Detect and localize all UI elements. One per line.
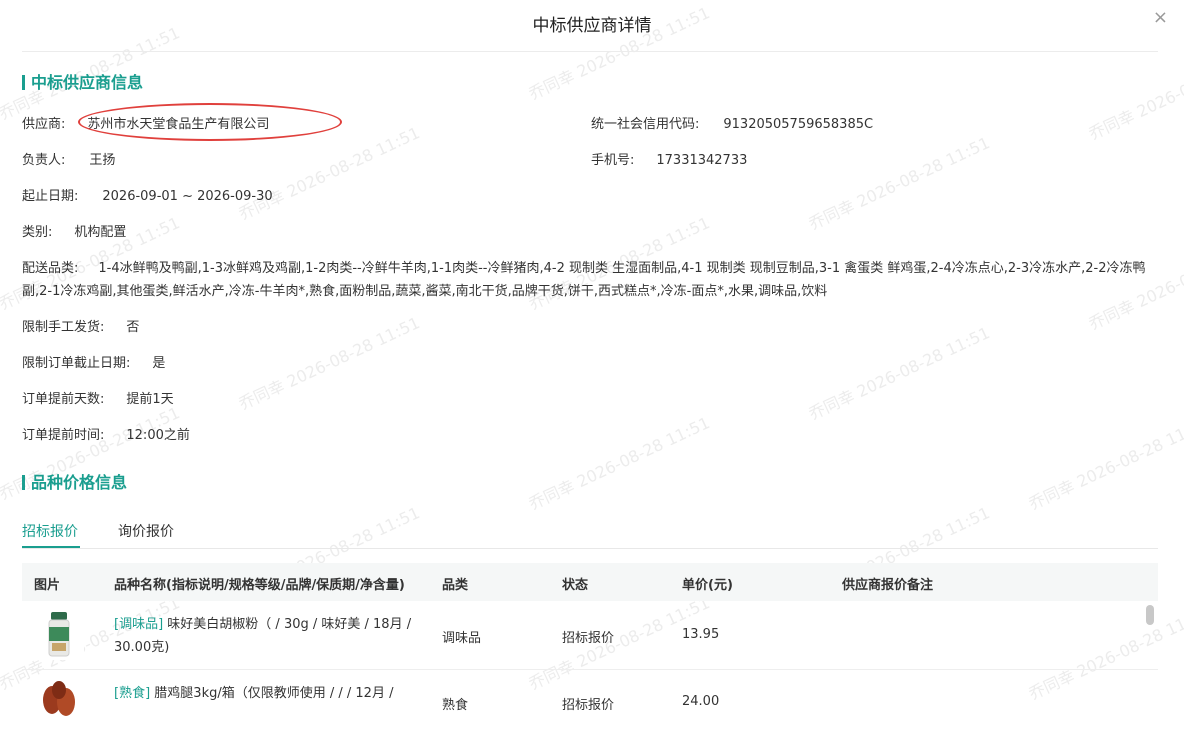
delivery-value: 1-4冰鲜鸭及鸭副,1-3冰鲜鸡及鸡副,1-2肉类--冷鲜牛羊肉,1-1肉类--… bbox=[22, 261, 1146, 299]
watermark: 乔同幸 2026-08-28 11:51 bbox=[525, 413, 713, 514]
delivery-categories: 配送品类: 1-4冰鲜鸭及鸭副,1-3冰鲜鸡及鸡副,1-2肉类--冷鲜牛羊肉,1-… bbox=[22, 257, 1158, 303]
column-header-price: 单价(元) bbox=[682, 578, 733, 593]
delivery-label: 配送品类: bbox=[22, 261, 79, 276]
product-name: [调味品] 味好美白胡椒粉（ / 30g / 味好美 / 18月 / 30.00… bbox=[114, 617, 412, 655]
tab-bid-quote[interactable]: 招标报价 bbox=[22, 521, 78, 541]
header-divider bbox=[22, 51, 1158, 52]
manager-row: 负责人: 王扬 bbox=[22, 149, 115, 168]
watermark: 乔同幸 2026-08-28 11:51 bbox=[805, 133, 993, 234]
column-header-status: 状态 bbox=[562, 578, 589, 593]
column-header-name: 品种名称(指标说明/规格等级/品牌/保质期/净含量) bbox=[114, 578, 405, 593]
product-status: 招标报价 bbox=[562, 631, 615, 646]
advance-time-row: 订单提前时间: 12:00之前 bbox=[22, 424, 190, 443]
phone-label: 手机号: bbox=[591, 153, 635, 168]
manual-value: 否 bbox=[126, 320, 140, 335]
price-section-title: 品种价格信息 bbox=[22, 473, 127, 493]
supplier-label: 供应商: bbox=[22, 117, 66, 132]
date-row: 起止日期: 2026-09-01 ~ 2026-09-30 bbox=[22, 185, 273, 204]
chicken-leg-image bbox=[34, 676, 84, 726]
column-header-image: 图片 bbox=[34, 578, 61, 593]
advance-time-value: 12:00之前 bbox=[126, 428, 190, 443]
section-bar-icon bbox=[22, 475, 25, 490]
product-price: 13.95 bbox=[682, 627, 720, 642]
manual-label: 限制手工发货: bbox=[22, 320, 105, 335]
phone-row: 手机号: 17331342733 bbox=[591, 149, 747, 168]
pepper-bottle-image bbox=[34, 610, 84, 660]
section-bar-icon bbox=[22, 75, 25, 90]
dialog-header: 中标供应商详情 × bbox=[0, 0, 1184, 50]
watermark: 乔同幸 2026-08-28 11:51 bbox=[1025, 413, 1184, 514]
watermark: 乔同幸 2026-08-28 11:51 bbox=[1085, 43, 1184, 144]
product-category: 调味品 bbox=[442, 631, 482, 646]
close-icon[interactable]: × bbox=[1153, 7, 1168, 28]
tabs-divider bbox=[22, 548, 1158, 549]
column-header-remark: 供应商报价备注 bbox=[842, 578, 934, 593]
table-row[interactable]: [熟食] 腊鸡腿3kg/箱（仅限教师使用 / / / 12月 / 熟食 招标报价… bbox=[22, 670, 1158, 730]
column-header-category: 品类 bbox=[442, 578, 469, 593]
credit-code-row: 统一社会信用代码: 91320505759658385C bbox=[591, 113, 873, 132]
advance-days-row: 订单提前天数: 提前1天 bbox=[22, 388, 174, 407]
product-tag: [调味品] bbox=[114, 617, 164, 632]
phone-value: 17331342733 bbox=[656, 153, 748, 168]
date-label: 起止日期: bbox=[22, 189, 79, 204]
supplier-section-title: 中标供应商信息 bbox=[22, 73, 143, 93]
table-header: 图片 品种名称(指标说明/规格等级/品牌/保质期/净含量) 品类 状态 单价(元… bbox=[22, 563, 1158, 601]
highlight-circle bbox=[78, 103, 342, 141]
advance-days-value: 提前1天 bbox=[126, 392, 174, 407]
advance-days-label: 订单提前天数: bbox=[22, 392, 105, 407]
category-value: 机构配置 bbox=[74, 225, 127, 240]
watermark: 乔同幸 2026-08-28 11:51 bbox=[235, 313, 423, 414]
deadline-value: 是 bbox=[152, 356, 166, 371]
category-label: 类别: bbox=[22, 225, 53, 240]
manager-value: 王扬 bbox=[89, 153, 116, 168]
tab-inquiry-quote[interactable]: 询价报价 bbox=[118, 521, 174, 541]
advance-time-label: 订单提前时间: bbox=[22, 428, 105, 443]
product-status: 招标报价 bbox=[562, 698, 615, 713]
deadline-row: 限制订单截止日期: 是 bbox=[22, 352, 165, 371]
table-row[interactable]: [调味品] 味好美白胡椒粉（ / 30g / 味好美 / 18月 / 30.00… bbox=[22, 601, 1158, 670]
table-scrollbar[interactable] bbox=[1146, 605, 1154, 625]
dialog-title: 中标供应商详情 bbox=[532, 16, 652, 36]
credit-code-value: 91320505759658385C bbox=[723, 117, 874, 132]
product-price: 24.00 bbox=[682, 694, 720, 709]
watermark: 乔同幸 2026-08-28 11:51 bbox=[805, 323, 993, 424]
date-value: 2026-09-01 ~ 2026-09-30 bbox=[102, 189, 273, 204]
manual-row: 限制手工发货: 否 bbox=[22, 316, 139, 335]
product-category: 熟食 bbox=[442, 698, 469, 713]
credit-code-label: 统一社会信用代码: bbox=[591, 117, 700, 132]
product-name: [熟食] 腊鸡腿3kg/箱（仅限教师使用 / / / 12月 / bbox=[114, 686, 394, 701]
category-row: 类别: 机构配置 bbox=[22, 221, 126, 240]
manager-label: 负责人: bbox=[22, 153, 66, 168]
deadline-label: 限制订单截止日期: bbox=[22, 356, 131, 371]
